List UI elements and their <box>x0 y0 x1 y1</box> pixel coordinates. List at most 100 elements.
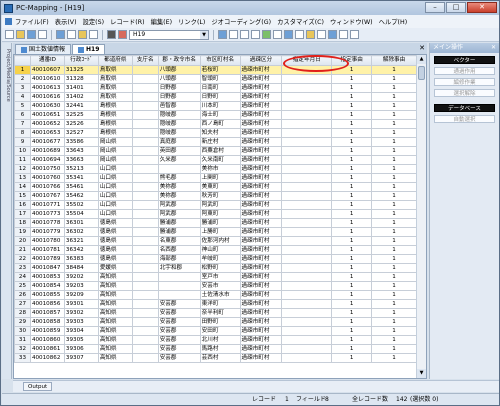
table-cell[interactable]: 岡山県 <box>97 146 133 156</box>
import-icon[interactable] <box>339 30 348 39</box>
table-cell[interactable]: 1 <box>331 290 373 300</box>
table-cell[interactable]: 31402 <box>63 92 99 102</box>
table-cell[interactable]: 過疎市町村 <box>239 173 283 183</box>
table-cell[interactable]: 1 <box>331 218 373 228</box>
table-cell[interactable]: 33586 <box>63 137 99 147</box>
table-cell[interactable]: 知夫村 <box>199 128 241 138</box>
row-number[interactable]: 8 <box>14 128 31 138</box>
record-next-icon[interactable] <box>240 30 249 39</box>
row-number[interactable]: 7 <box>14 119 31 129</box>
column-header[interactable]: 市区町村名 <box>199 55 241 66</box>
table-cell[interactable]: 35502 <box>63 200 99 210</box>
new-file-icon[interactable] <box>5 30 14 39</box>
table-cell[interactable]: 日野郡 <box>157 83 201 93</box>
table-cell[interactable]: 31328 <box>63 74 99 84</box>
table-cell[interactable]: 過疎市町村 <box>239 92 283 102</box>
table-cell[interactable]: 安田町 <box>199 326 241 336</box>
table-cell[interactable]: 岡山県 <box>97 155 133 165</box>
table-cell[interactable]: 39306 <box>63 344 99 354</box>
table-cell[interactable]: 1 <box>371 92 417 102</box>
table-cell[interactable]: 40010653 <box>29 128 65 138</box>
table-cell[interactable]: 36302 <box>63 227 99 237</box>
table-cell[interactable]: 1 <box>371 146 417 156</box>
table-cell[interactable]: 日南町 <box>199 83 241 93</box>
table-cell[interactable]: 35504 <box>63 209 99 219</box>
table-row[interactable]: 12 40010750 35213 山口県 美祢市 過疎市町村 1 1 <box>14 164 417 174</box>
table-cell[interactable]: 過疎市町村 <box>239 218 283 228</box>
table-cell[interactable]: 英田郡 <box>157 146 201 156</box>
row-number[interactable]: 17 <box>14 209 31 219</box>
row-number[interactable]: 9 <box>14 137 31 147</box>
table-cell[interactable]: 1 <box>371 335 417 345</box>
table-cell[interactable] <box>131 137 159 147</box>
table-cell[interactable]: 真庭郡 <box>157 137 201 147</box>
table-cell[interactable]: 1 <box>331 101 373 111</box>
table-cell[interactable]: 山口県 <box>97 164 133 174</box>
table-row[interactable]: 29 40010858 39303 高知県 安芸郡 田野町 過疎市町村 1 1 <box>14 317 417 327</box>
table-cell[interactable] <box>131 353 159 363</box>
table-cell[interactable] <box>281 353 333 363</box>
table-cell[interactable]: 1 <box>371 299 417 309</box>
menu-view[interactable]: 表示(V) <box>55 17 77 26</box>
table-cell[interactable]: 1 <box>331 272 373 282</box>
table-cell[interactable]: 33643 <box>63 146 99 156</box>
table-cell[interactable]: 鳥取県 <box>97 83 133 93</box>
table-cell[interactable]: 高知県 <box>97 272 133 282</box>
menu-record[interactable]: レコード(R) <box>110 17 144 26</box>
table-cell[interactable]: 1 <box>371 83 417 93</box>
table-cell[interactable]: 40010789 <box>29 254 65 264</box>
table-cell[interactable] <box>131 200 159 210</box>
table-cell[interactable]: 過疎市町村 <box>239 155 283 165</box>
table-cell[interactable] <box>281 344 333 354</box>
table-cell[interactable]: 海士町 <box>199 110 241 120</box>
table-cell[interactable] <box>281 236 333 246</box>
table-cell[interactable]: 1 <box>371 209 417 219</box>
table-cell[interactable]: 過疎市町村 <box>239 209 283 219</box>
table-cell[interactable] <box>281 290 333 300</box>
table-cell[interactable]: 40010767 <box>29 191 65 201</box>
table-cell[interactable]: 32526 <box>63 119 99 129</box>
output-tab[interactable]: Output <box>23 382 53 391</box>
menu-window[interactable]: ウィンドウ(W) <box>330 17 373 26</box>
table-cell[interactable]: 室戸市 <box>199 272 241 282</box>
row-number[interactable]: 25 <box>14 281 31 291</box>
table-cell[interactable]: 過疎市町村 <box>239 326 283 336</box>
table-cell[interactable]: 徳島県 <box>97 227 133 237</box>
table-cell[interactable]: 40010781 <box>29 245 65 255</box>
table-cell[interactable] <box>131 110 159 120</box>
table-cell[interactable]: 久米郡 <box>157 155 201 165</box>
settings-icon[interactable] <box>350 30 359 39</box>
table-cell[interactable]: 日野郡 <box>157 92 201 102</box>
table-cell[interactable]: 高知県 <box>97 353 133 363</box>
table-cell[interactable]: 1 <box>371 200 417 210</box>
row-number[interactable]: 2 <box>14 74 31 84</box>
table-cell[interactable] <box>281 119 333 129</box>
table-row[interactable]: 27 40010856 39301 高知県 安芸郡 東洋町 過疎市町村 1 1 <box>14 299 417 309</box>
table-cell[interactable]: 過疎市町村 <box>239 308 283 318</box>
table-cell[interactable]: 1 <box>331 200 373 210</box>
table-row[interactable]: 6 40010651 32525 島根県 隠岐郡 海士町 過疎市町村 1 1 <box>14 110 417 120</box>
table-cell[interactable] <box>281 137 333 147</box>
table-cell[interactable]: 川本町 <box>199 101 241 111</box>
table-row[interactable]: 2 40010610 31328 鳥取県 八頭郡 智頭町 過疎市町村 1 1 <box>14 74 417 84</box>
table-row[interactable]: 28 40010857 39302 高知県 安芸郡 奈半利町 過疎市町村 1 1 <box>14 308 417 318</box>
table-cell[interactable]: 1 <box>371 182 417 192</box>
table-cell[interactable] <box>281 227 333 237</box>
table-cell[interactable]: 40010860 <box>29 335 65 345</box>
table-cell[interactable]: 過疎市町村 <box>239 128 283 138</box>
table-cell[interactable]: 1 <box>371 245 417 255</box>
close-icon[interactable]: ✕ <box>491 43 496 53</box>
vertical-scrollbar[interactable]: ▲ ▼ <box>416 55 426 378</box>
table-cell[interactable] <box>281 128 333 138</box>
table-cell[interactable]: 徳島県 <box>97 245 133 255</box>
table-cell[interactable]: 島根県 <box>97 119 133 129</box>
table-cell[interactable]: 40010773 <box>29 209 65 219</box>
row-number[interactable]: 31 <box>14 335 31 345</box>
table-cell[interactable]: 1 <box>371 218 417 228</box>
table-cell[interactable]: 上関町 <box>199 173 241 183</box>
table-cell[interactable]: 40010854 <box>29 281 65 291</box>
column-header[interactable]: 都道府県 <box>97 55 133 66</box>
table-cell[interactable]: 39209 <box>63 290 99 300</box>
table-cell[interactable]: 36383 <box>63 254 99 264</box>
row-number[interactable]: 19 <box>14 227 31 237</box>
